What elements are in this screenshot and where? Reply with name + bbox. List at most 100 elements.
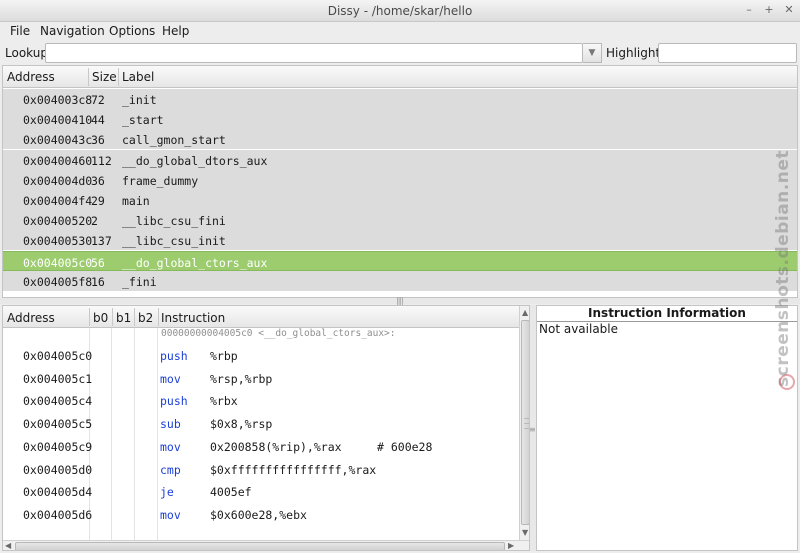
symbol-address: 0x004003c8 — [23, 93, 93, 107]
instruction-mnemonic: cmp — [160, 462, 181, 477]
menu-file[interactable]: File — [10, 24, 30, 38]
instruction-mnemonic: push — [160, 349, 188, 363]
scroll-left-icon[interactable]: ◀ — [5, 541, 11, 550]
lookup-dropdown-button[interactable]: ▼ — [583, 43, 602, 63]
col-b1[interactable]: b1 — [116, 311, 131, 325]
table-row[interactable]: 0x004004f4 29 main — [3, 190, 797, 210]
symbol-label: _init — [122, 93, 157, 107]
symbol-size: 137 — [91, 234, 112, 249]
grip-icon: ≡ — [529, 425, 536, 434]
vertical-scrollbar[interactable]: ▲ ――― ▼ — [519, 306, 529, 540]
instruction-address: 0x004005c5 — [23, 417, 93, 432]
table-row[interactable]: 0x004005c0 56 __do_global_ctors_aux — [3, 250, 797, 271]
scroll-down-icon[interactable]: ▼ — [522, 528, 528, 537]
menu-help[interactable]: Help — [162, 24, 189, 38]
table-row[interactable]: 0x0040043c 36 call_gmon_start — [3, 129, 797, 150]
symbol-address: 0x004004f4 — [23, 194, 93, 208]
instruction-row[interactable]: 0x004005c0 push %rbp — [3, 345, 519, 368]
vertical-scroll-thumb[interactable]: ――― — [521, 320, 529, 525]
symbol-size: 36 — [91, 173, 105, 188]
minimize-icon[interactable]: – — [742, 3, 756, 17]
instruction-operands: %rbx — [210, 394, 238, 409]
table-row[interactable]: 0x00400520 2 __libc_csu_fini — [3, 210, 797, 231]
col-address[interactable]: Address — [7, 70, 55, 84]
symbol-label: call_gmon_start — [122, 133, 226, 148]
instruction-row[interactable]: 0x004005d6 mov $0x600e28,%ebx — [3, 504, 519, 527]
column-divider[interactable] — [88, 68, 89, 86]
symbol-address: 0x00400530 — [23, 234, 93, 249]
col-instruction[interactable]: Instruction — [161, 311, 225, 325]
symbol-size: 36 — [91, 133, 105, 148]
maximize-icon[interactable]: + — [762, 3, 776, 17]
lookup-label: Lookup — [5, 46, 48, 60]
lookup-input[interactable] — [45, 43, 583, 63]
instruction-address: 0x004005d6 — [23, 507, 93, 522]
col-b2[interactable]: b2 — [138, 311, 153, 325]
symbol-size: 72 — [91, 93, 105, 107]
column-divider[interactable] — [89, 308, 90, 326]
symbol-size: 16 — [91, 274, 105, 289]
instruction-row[interactable]: 0x004005c1 mov %rsp,%rbp — [3, 368, 519, 391]
column-divider[interactable] — [118, 68, 119, 86]
instruction-row[interactable]: 0x004005c9 mov 0x200858(%rip),%rax # 600e28 — [3, 436, 519, 459]
table-row[interactable]: 0x004005f8 16 _fini — [3, 270, 797, 291]
horizontal-splitter[interactable]: |||| — [0, 296, 800, 305]
instruction-mnemonic: mov — [160, 439, 181, 454]
horizontal-scroll-thumb[interactable] — [15, 542, 505, 550]
column-divider[interactable] — [158, 308, 159, 326]
table-row[interactable]: 0x00400410 44 _start — [3, 109, 797, 130]
instruction-row[interactable]: 0x004005d0 cmp $0xffffffffffffffff,%rax — [3, 459, 519, 482]
menu-bar: File Navigation Options Help — [0, 22, 800, 42]
instruction-address: 0x004005c0 — [23, 349, 93, 363]
instruction-operands: 0x200858(%rip),%rax — [210, 439, 342, 454]
highlight-label: Highlight — [606, 46, 661, 60]
symbol-address: 0x00400520 — [23, 214, 93, 229]
table-row[interactable]: 0x004004d0 36 frame_dummy — [3, 169, 797, 190]
instruction-operands: $0x600e28,%ebx — [210, 507, 307, 522]
symbol-table-header: Address Size Label — [3, 66, 797, 88]
symbol-table: Address Size Label 0x004003c8 72 _init 0x00… — [2, 65, 798, 298]
symbol-label: __do_global_ctors_aux — [122, 255, 268, 270]
symbol-address: 0x0040043c — [23, 133, 93, 148]
lookup-toolbar: Lookup ▼ Highlight — [0, 42, 800, 64]
instruction-info-title: Instruction Information — [537, 306, 797, 322]
column-divider[interactable] — [112, 308, 113, 326]
instruction-mnemonic: push — [160, 394, 188, 409]
symbol-label: main — [122, 194, 150, 208]
col-b0[interactable]: b0 — [93, 311, 108, 325]
scroll-up-icon[interactable]: ▲ — [522, 308, 528, 317]
table-row[interactable]: 0x00400530 137 __libc_csu_init — [3, 230, 797, 251]
symbol-label: frame_dummy — [122, 173, 199, 188]
column-divider[interactable] — [134, 308, 135, 326]
menu-navigation[interactable]: Navigation — [40, 24, 105, 38]
col-inst-address[interactable]: Address — [7, 311, 55, 325]
menu-options[interactable]: Options — [109, 24, 155, 38]
instruction-address: 0x004005c4 — [23, 394, 93, 409]
symbol-label: _fini — [122, 274, 157, 289]
col-label[interactable]: Label — [122, 70, 154, 84]
instruction-row[interactable]: 0x004005c5 sub $0x8,%rsp — [3, 413, 519, 436]
symbol-label: __libc_csu_fini — [122, 214, 226, 229]
scroll-right-icon[interactable]: ▶ — [508, 541, 514, 550]
instruction-table-header: Address b0 b1 b2 Instruction — [3, 306, 519, 328]
instruction-operands: 4005ef — [210, 485, 252, 500]
table-row[interactable]: 0x00400460 112 __do_global_dtors_aux — [3, 149, 797, 170]
col-size[interactable]: Size — [92, 70, 117, 84]
table-row[interactable]: 0x004003c8 72 _init — [3, 89, 797, 109]
symbol-size: 112 — [91, 153, 112, 168]
instruction-mnemonic: mov — [160, 507, 181, 522]
debian-logo-icon — [779, 374, 795, 390]
symbol-label: __do_global_dtors_aux — [122, 153, 268, 168]
instruction-comment: # 600e28 — [377, 439, 433, 454]
horizontal-scrollbar[interactable]: ◀ ▶ — [3, 540, 529, 550]
instruction-operands: $0x8,%rsp — [210, 417, 273, 432]
highlight-input[interactable] — [658, 43, 797, 63]
instruction-address: 0x004005d4 — [23, 485, 93, 500]
instruction-address: 0x004005c1 — [23, 371, 93, 386]
instruction-row[interactable]: 0x004005d4 je 4005ef — [3, 481, 519, 504]
instruction-row[interactable]: 0x004005c4 push %rbx — [3, 390, 519, 413]
symbol-label: __libc_csu_init — [122, 234, 226, 249]
instruction-operands: $0xffffffffffffffff,%rax — [210, 462, 377, 477]
close-icon[interactable]: ✕ — [782, 3, 796, 17]
symbol-address: 0x00400410 — [23, 113, 93, 128]
